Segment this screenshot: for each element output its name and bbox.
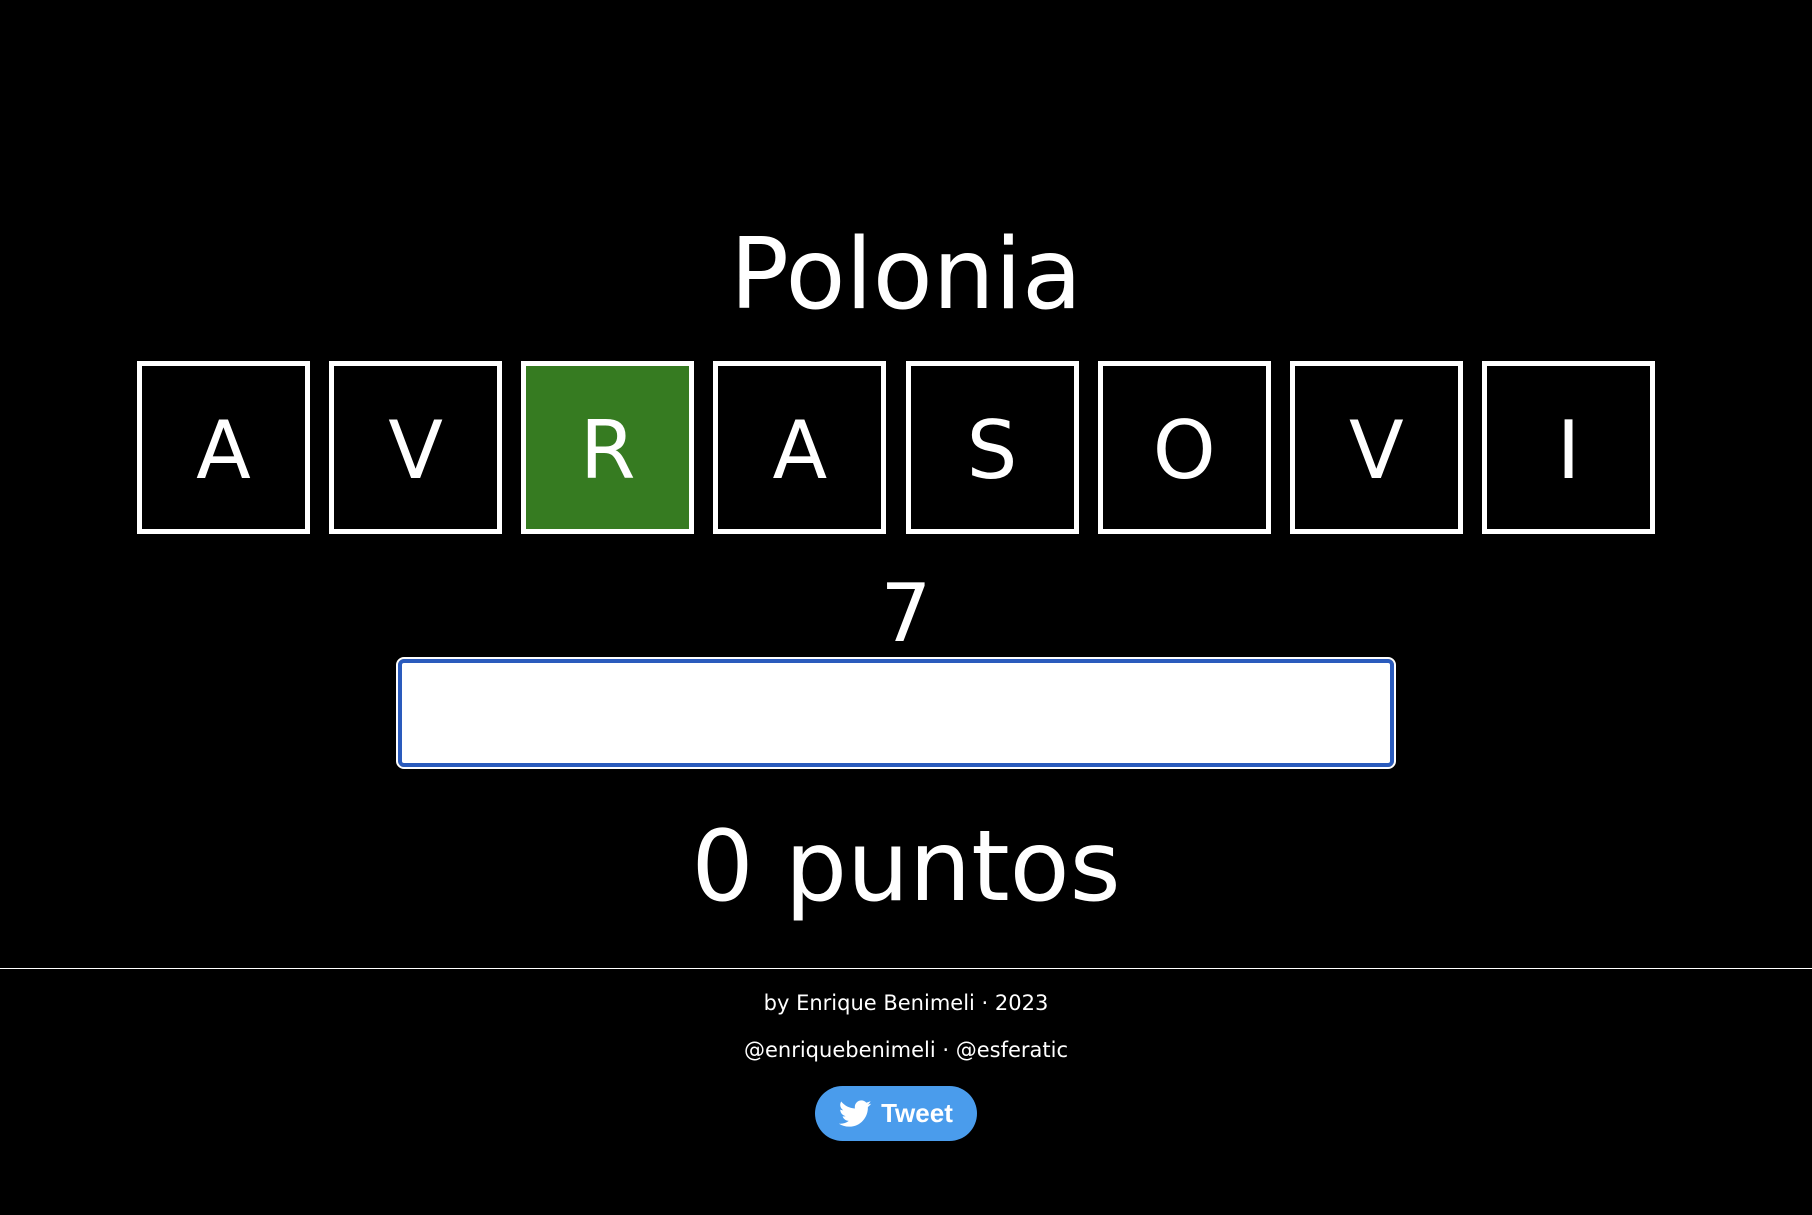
tile-letter: A bbox=[196, 403, 251, 497]
letter-tile: A bbox=[137, 361, 310, 534]
letter-tile: V bbox=[329, 361, 503, 534]
tile-letter: S bbox=[966, 403, 1018, 497]
tweet-button[interactable]: Tweet bbox=[815, 1086, 977, 1141]
letter-tile: I bbox=[1481, 361, 1655, 534]
letter-tile: O bbox=[1097, 361, 1271, 534]
tile-letter: V bbox=[388, 403, 443, 497]
social-handles: @enriquebenimeli · @esferatic bbox=[743, 1038, 1068, 1062]
tweet-label: Tweet bbox=[881, 1098, 953, 1128]
letter-tile: S bbox=[905, 361, 1079, 534]
letter-tile: R bbox=[521, 361, 695, 534]
letter-tiles: A V R A S O V I bbox=[137, 361, 1655, 534]
tile-letter: V bbox=[1348, 403, 1404, 497]
tile-letter: R bbox=[579, 403, 636, 497]
author-credit: by Enrique Benimeli · 2023 bbox=[763, 991, 1049, 1015]
country-title: Polonia bbox=[729, 218, 1083, 332]
attempts-counter: 7 bbox=[880, 567, 932, 660]
footer-divider bbox=[0, 968, 1812, 969]
game-page: Polonia A V R A S O V I 7 0 puntos by En… bbox=[0, 0, 1812, 1215]
tile-letter: O bbox=[1152, 403, 1216, 497]
tile-letter: A bbox=[772, 403, 828, 497]
score-display: 0 puntos bbox=[691, 810, 1121, 924]
twitter-bird-icon bbox=[839, 1099, 872, 1128]
letter-tile: V bbox=[1289, 361, 1463, 534]
tile-letter: I bbox=[1556, 403, 1581, 497]
answer-input[interactable] bbox=[396, 657, 1396, 769]
letter-tile: A bbox=[713, 361, 887, 534]
